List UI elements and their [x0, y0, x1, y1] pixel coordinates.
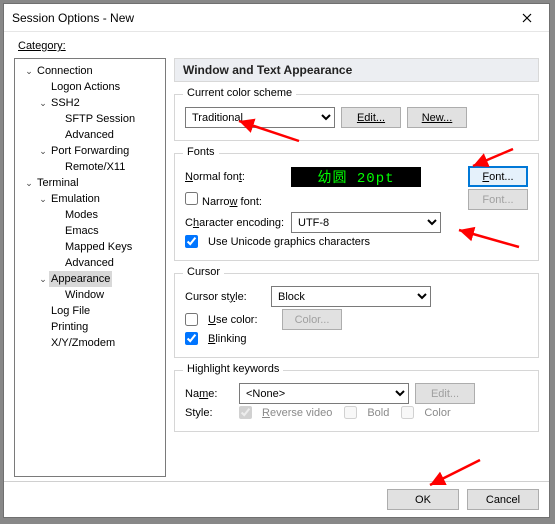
scheme-new-button[interactable]: New... [407, 107, 467, 128]
unicode-label: Use Unicode graphics characters [208, 236, 370, 248]
cancel-button[interactable]: Cancel [467, 489, 539, 510]
hl-color-check [401, 406, 414, 419]
use-color-check[interactable] [185, 313, 198, 326]
scheme-edit-button[interactable]: Edit... [341, 107, 401, 128]
group-title-fonts: Fonts [183, 146, 219, 158]
group-title-scheme: Current color scheme [183, 87, 296, 99]
tree-item-logon[interactable]: Logon Actions [17, 79, 163, 95]
hl-reverse-check [239, 406, 252, 419]
tree-item-adv2[interactable]: Advanced [17, 255, 163, 271]
tree-item-appearance[interactable]: ⌄Appearance [17, 271, 163, 287]
dialog-footer: OK Cancel [4, 481, 549, 517]
use-color-label: Use color: [208, 314, 276, 326]
unicode-check[interactable] [185, 235, 198, 248]
section-header: Window and Text Appearance [174, 58, 539, 82]
hl-name-combo[interactable]: <None> [239, 383, 409, 404]
right-panel: Window and Text Appearance Current color… [166, 58, 539, 477]
window-title: Session Options - New [12, 11, 505, 25]
encoding-combo[interactable]: UTF-8 [291, 212, 441, 233]
blinking-check[interactable] [185, 332, 198, 345]
tree-item-adv1[interactable]: Advanced [17, 127, 163, 143]
columns: ⌄Connection Logon Actions ⌄SSH2 SFTP Ses… [14, 58, 539, 477]
group-title-cursor: Cursor [183, 266, 224, 278]
hl-bold-label: Bold [367, 407, 389, 419]
cursor-color-button: Color... [282, 309, 342, 330]
group-title-highlight: Highlight keywords [183, 363, 283, 375]
tree-item-emulation[interactable]: ⌄Emulation [17, 191, 163, 207]
narrow-font-check[interactable] [185, 192, 198, 205]
tree-item-modes[interactable]: Modes [17, 207, 163, 223]
cursor-style-label: Cursor style: [185, 291, 265, 303]
group-scheme: Current color scheme Traditional Edit...… [174, 94, 539, 141]
tree-item-sftp[interactable]: SFTP Session [17, 111, 163, 127]
group-highlight: Highlight keywords Name: <None> Edit... … [174, 370, 539, 432]
scheme-combo[interactable]: Traditional [185, 107, 335, 128]
blinking-label: Blinking [208, 333, 247, 345]
tree-item-ssh2[interactable]: ⌄SSH2 [17, 95, 163, 111]
tree-item-logfile[interactable]: Log File [17, 303, 163, 319]
tree-item-xyz[interactable]: X/Y/Zmodem [17, 335, 163, 351]
hl-bold-check [344, 406, 357, 419]
tree-item-remotex11[interactable]: Remote/X11 [17, 159, 163, 175]
cursor-style-combo[interactable]: Block [271, 286, 431, 307]
tree-item-mapped[interactable]: Mapped Keys [17, 239, 163, 255]
hl-style-label: Style: [185, 407, 233, 419]
category-tree[interactable]: ⌄Connection Logon Actions ⌄SSH2 SFTP Ses… [14, 58, 166, 477]
hl-name-label: Name: [185, 388, 233, 400]
tree-item-terminal[interactable]: ⌄Terminal [17, 175, 163, 191]
group-cursor: Cursor Cursor style: Block Use color: Co… [174, 273, 539, 358]
hl-reverse-label: Reverse video [262, 407, 332, 419]
category-label: Category: [18, 40, 539, 52]
narrow-font-button: Font... [468, 189, 528, 210]
font-preview: 幼圆 20pt [291, 167, 421, 187]
close-icon[interactable] [505, 4, 549, 31]
dialog-body: Category: ⌄Connection Logon Actions ⌄SSH… [4, 32, 549, 481]
tree-item-window[interactable]: Window [17, 287, 163, 303]
group-fonts: Fonts Normal font: 幼圆 20pt Font... Narro… [174, 153, 539, 261]
tree-item-printing[interactable]: Printing [17, 319, 163, 335]
titlebar: Session Options - New [4, 4, 549, 32]
tree-item-portfwd[interactable]: ⌄Port Forwarding [17, 143, 163, 159]
ok-button[interactable]: OK [387, 489, 459, 510]
tree-item-connection[interactable]: ⌄Connection [17, 63, 163, 79]
dialog-window: Session Options - New Category: ⌄Connect… [3, 3, 550, 518]
tree-item-emacs[interactable]: Emacs [17, 223, 163, 239]
normal-font-button[interactable]: Font... [468, 166, 528, 187]
encoding-label: Character encoding: [185, 217, 285, 229]
narrow-font-label: Narrow font: [185, 192, 285, 208]
hl-color-label: Color [424, 407, 450, 419]
hl-edit-button: Edit... [415, 383, 475, 404]
normal-font-label: Normal font: [185, 171, 285, 183]
